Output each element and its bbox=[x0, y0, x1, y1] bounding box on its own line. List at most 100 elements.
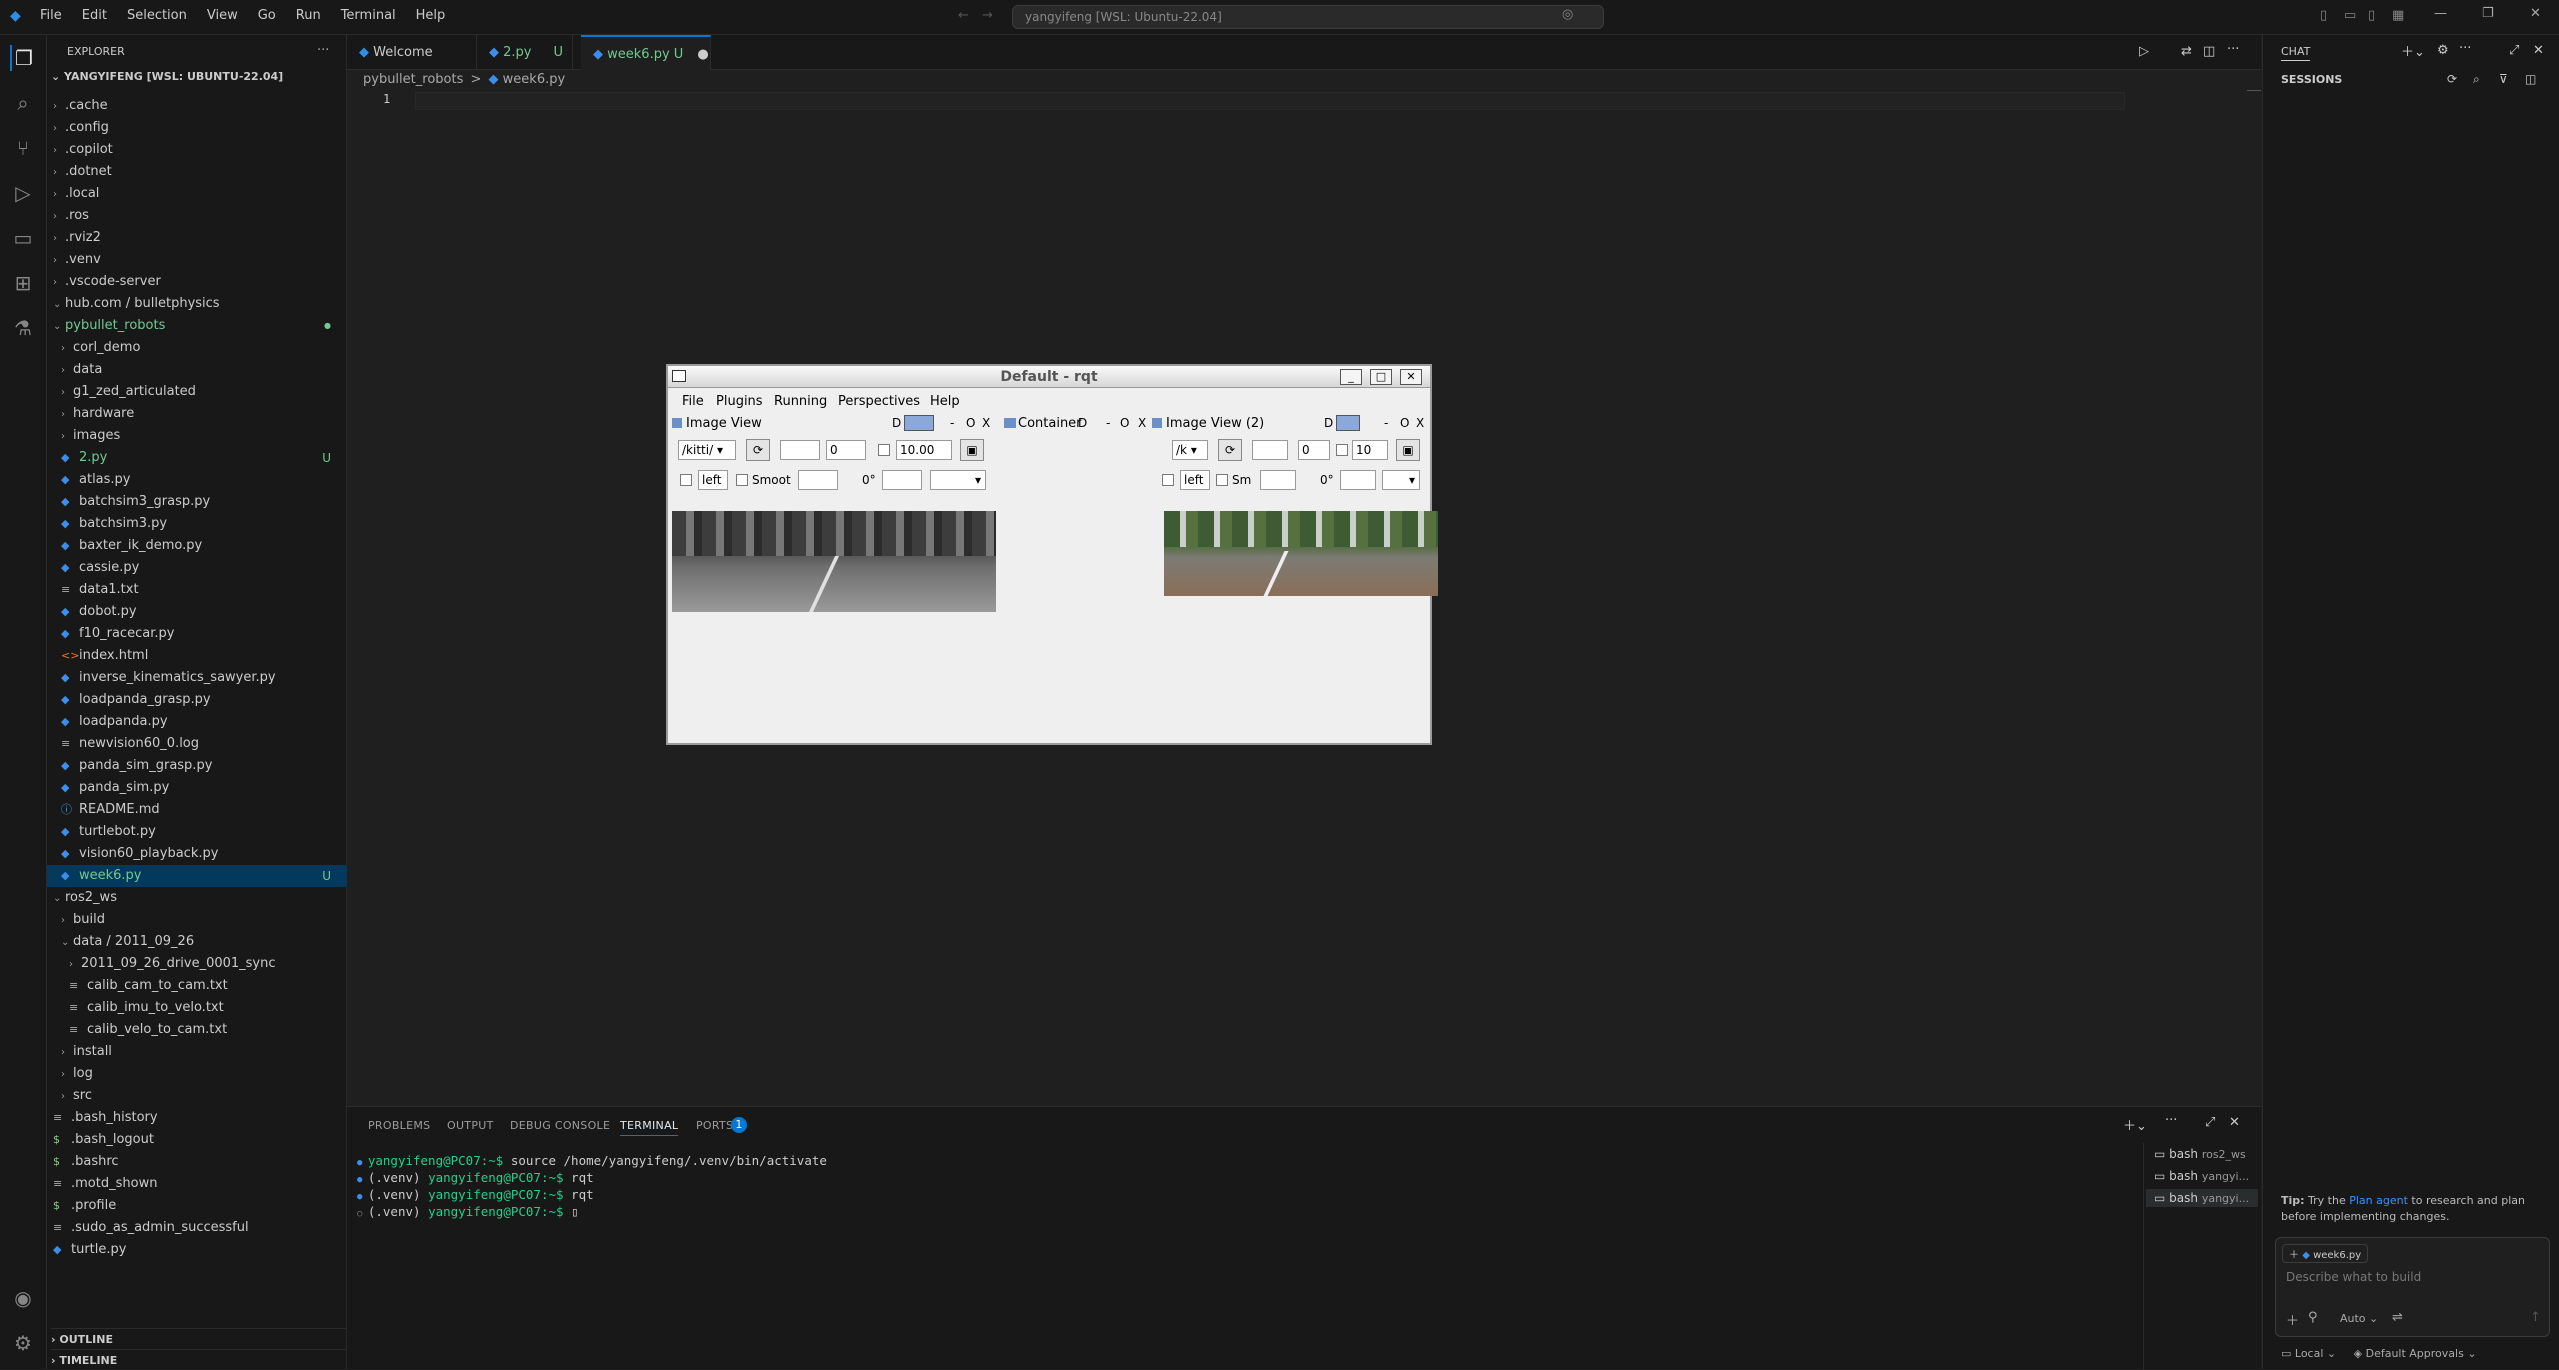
container-o-button[interactable]: O bbox=[1120, 416, 1129, 430]
file-item[interactable]: <>index.html bbox=[47, 645, 347, 667]
pane-o-button[interactable]: O bbox=[966, 416, 975, 430]
new-chat-icon[interactable]: ＋⌄ bbox=[2401, 41, 2425, 60]
file-item[interactable]: ≡ data1.txt bbox=[47, 579, 347, 601]
nav-forward-icon[interactable]: → bbox=[982, 8, 993, 23]
run-debug-icon[interactable]: ▷ bbox=[10, 180, 36, 206]
file-item[interactable]: ◆ cassie.py bbox=[47, 557, 347, 579]
toggle-sidebar-icon[interactable]: ▯ bbox=[2320, 8, 2327, 23]
file-item[interactable]: ◆ inverse_kinematics_sawyer.py bbox=[47, 667, 347, 689]
folder-item[interactable]: ⌄ data / 2011_09_26 bbox=[47, 931, 347, 953]
folder-item[interactable]: › src bbox=[47, 1085, 347, 1107]
tab-ports[interactable]: PORTS bbox=[696, 1119, 733, 1132]
panel-more-icon[interactable]: ··· bbox=[2165, 1113, 2177, 1128]
mode-select[interactable]: Auto ⌄ bbox=[2340, 1312, 2378, 1325]
rqt-menu-help[interactable]: Help bbox=[930, 394, 960, 409]
file-item[interactable]: ◆ panda_sim.py bbox=[47, 777, 347, 799]
tab-debug-console[interactable]: DEBUG CONSOLE bbox=[510, 1119, 610, 1132]
folder-item[interactable]: ⌄ pybullet_robots ● bbox=[47, 315, 347, 337]
rate2-spinbox[interactable]: 10 bbox=[1352, 440, 1388, 460]
search-icon[interactable]: ⌕ bbox=[10, 90, 36, 116]
minimap[interactable] bbox=[2247, 90, 2261, 96]
chat-more-icon[interactable]: ··· bbox=[2459, 41, 2471, 56]
toggle-panel-icon[interactable]: ▭ bbox=[2344, 8, 2356, 23]
context-chip[interactable]: ＋ ◆ week6.py bbox=[2282, 1244, 2369, 1263]
file-item[interactable]: ◆ batchsim3_grasp.py bbox=[47, 491, 347, 513]
chat-input-box[interactable]: ＋ ◆ week6.py Describe what to build ＋ ⚲ … bbox=[2275, 1237, 2550, 1337]
run-file-icon[interactable]: ▷ bbox=[2139, 44, 2149, 59]
chat-settings-icon[interactable]: ⚙ bbox=[2437, 43, 2449, 58]
layout-icon[interactable]: ▦ bbox=[2392, 8, 2404, 23]
folder-item[interactable]: › install bbox=[47, 1041, 347, 1063]
pane2-o-button[interactable]: O bbox=[1400, 416, 1409, 430]
folder-item[interactable]: › hardware bbox=[47, 403, 347, 425]
file-item[interactable]: $ .bash_logout bbox=[47, 1129, 347, 1151]
tab-week6-py[interactable]: ◆ week6.py U ● bbox=[581, 35, 711, 70]
send-icon[interactable]: ↑ bbox=[2530, 1310, 2541, 1325]
folder-item[interactable]: › images bbox=[47, 425, 347, 447]
more-actions-icon[interactable]: ··· bbox=[317, 43, 329, 58]
folder-item[interactable]: › corl_demo bbox=[47, 337, 347, 359]
menu-terminal[interactable]: Terminal bbox=[341, 8, 396, 23]
rate2-checkbox[interactable] bbox=[1336, 444, 1348, 456]
rqt-titlebar[interactable]: Default - rqt _ □ ✕ bbox=[668, 366, 1430, 388]
pane-x-button[interactable]: X bbox=[982, 416, 990, 430]
pane2-x-button[interactable]: X bbox=[1416, 416, 1424, 430]
folder-item[interactable]: › data bbox=[47, 359, 347, 381]
topic2-filter-input[interactable] bbox=[1252, 440, 1288, 460]
gear-icon[interactable]: ⚙ bbox=[10, 1330, 36, 1356]
account-icon[interactable]: ◉ bbox=[10, 1285, 36, 1311]
outline-section[interactable]: › OUTLINE bbox=[51, 1328, 347, 1346]
rotation2-select[interactable]: ▾ bbox=[1382, 470, 1420, 490]
menu-edit[interactable]: Edit bbox=[82, 8, 107, 23]
left2-field[interactable]: left bbox=[1180, 470, 1210, 490]
pane2-d-button[interactable]: D bbox=[1324, 416, 1333, 430]
extensions-icon[interactable]: ⊞ bbox=[10, 270, 36, 296]
file-item[interactable]: ◆ loadpanda.py bbox=[47, 711, 347, 733]
file-item[interactable]: $ .profile bbox=[47, 1195, 347, 1217]
command-center[interactable]: yangyifeng [WSL: Ubuntu-22.04] bbox=[1012, 5, 1604, 29]
session-item[interactable]: ▭ bash yangyi... bbox=[2154, 1169, 2249, 1183]
search-sessions-icon[interactable]: ⌕ bbox=[2473, 72, 2480, 87]
file-item[interactable]: ◆ batchsim3.py bbox=[47, 513, 347, 535]
folder-item[interactable]: ⌄ hub.com / bulletphysics bbox=[47, 293, 347, 315]
rqt-menu-perspectives[interactable]: Perspectives bbox=[838, 394, 920, 409]
container-x-button[interactable]: X bbox=[1138, 416, 1146, 430]
zero2-spinbox[interactable]: 0 bbox=[1298, 440, 1330, 460]
diff-icon[interactable]: ⇄ bbox=[2181, 44, 2192, 59]
file-item[interactable]: ≡ .motd_shown bbox=[47, 1173, 347, 1195]
folder-item[interactable]: › build bbox=[47, 909, 347, 931]
breadcrumb-folder[interactable]: pybullet_robots bbox=[363, 72, 463, 87]
file-item[interactable]: ≡ calib_cam_to_cam.txt bbox=[47, 975, 347, 997]
remote-explorer-icon[interactable]: ▭ bbox=[10, 225, 36, 251]
rqt-menu-file[interactable]: File bbox=[682, 394, 704, 409]
folder-item[interactable]: › .ros bbox=[47, 205, 347, 227]
topic-select[interactable]: /kitti/ ▾ bbox=[678, 440, 736, 460]
file-item[interactable]: ◆ panda_sim_grasp.py bbox=[47, 755, 347, 777]
session-item[interactable]: ▭ bash ros2_ws bbox=[2154, 1147, 2246, 1161]
folder-item[interactable]: › .venv bbox=[47, 249, 347, 271]
menu-file[interactable]: File bbox=[40, 8, 62, 23]
menu-selection[interactable]: Selection bbox=[127, 8, 187, 23]
smooth-input[interactable] bbox=[798, 470, 838, 490]
approvals-selector[interactable]: ◈ Default Approvals ⌄ bbox=[2354, 1347, 2477, 1360]
refresh-icon[interactable]: ⟳ bbox=[2447, 72, 2457, 86]
editor-more-icon[interactable]: ··· bbox=[2227, 42, 2239, 57]
topic-filter-input[interactable] bbox=[780, 440, 820, 460]
attach-icon[interactable]: ＋ bbox=[2286, 1310, 2299, 1329]
left-field[interactable]: left bbox=[698, 470, 728, 490]
folder-item[interactable]: › .local bbox=[47, 183, 347, 205]
source-control-icon[interactable]: ⑂ bbox=[10, 135, 36, 161]
rotation2-input[interactable] bbox=[1340, 470, 1376, 490]
smooth-checkbox[interactable] bbox=[736, 474, 748, 486]
file-item[interactable]: ⓘ README.md bbox=[47, 799, 347, 821]
folder-item[interactable]: › .rviz2 bbox=[47, 227, 347, 249]
minimize-icon[interactable]: — bbox=[2434, 6, 2447, 21]
plan-agent-link[interactable]: Plan agent bbox=[2349, 1194, 2408, 1207]
options-icon[interactable]: ⇌ bbox=[2392, 1310, 2403, 1325]
file-item[interactable]: ≡ .bash_history bbox=[47, 1107, 347, 1129]
refresh-icon[interactable] bbox=[904, 415, 934, 431]
explorer-root[interactable]: ⌄ YANGYIFENG [WSL: UBUNTU-22.04] bbox=[51, 70, 283, 83]
smooth2-checkbox[interactable] bbox=[1216, 474, 1228, 486]
close-panel-icon[interactable]: ✕ bbox=[2229, 1115, 2240, 1130]
rqt-menu-running[interactable]: Running bbox=[774, 394, 827, 409]
